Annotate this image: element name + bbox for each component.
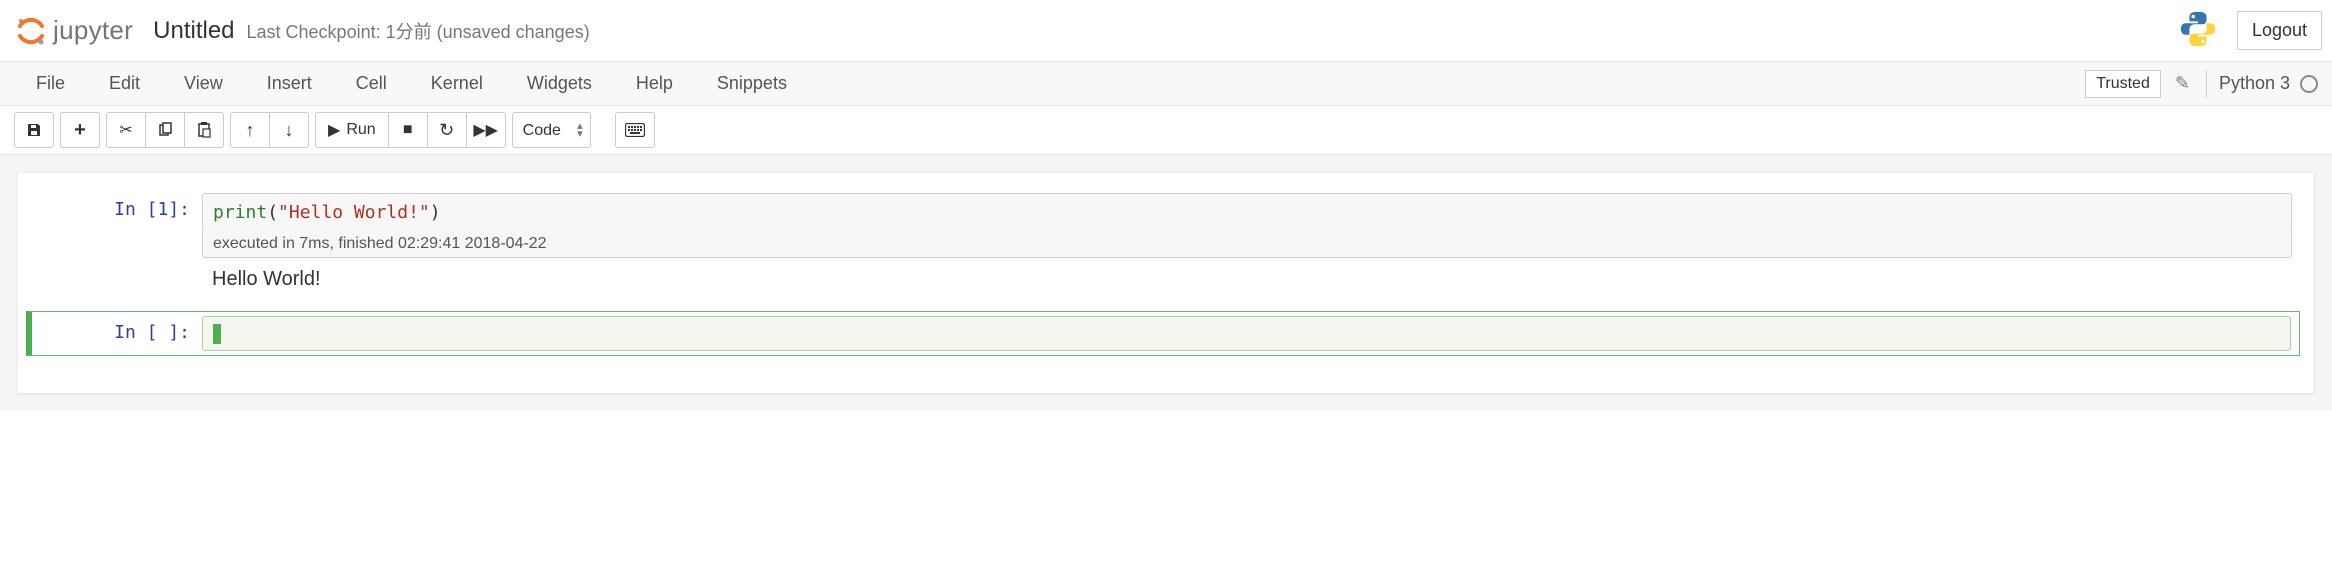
keyboard-icon (625, 123, 645, 137)
cell-selected[interactable]: In [ ]: (26, 311, 2300, 356)
menu-widgets[interactable]: Widgets (505, 63, 614, 104)
save-icon (26, 122, 42, 138)
checkpoint-status: Last Checkpoint: 1分前 (unsaved changes) (247, 18, 590, 44)
menu-file[interactable]: File (14, 63, 87, 104)
code-input[interactable]: print("Hello World!") (202, 193, 2292, 232)
jupyter-logo-icon (15, 15, 47, 47)
command-palette-button[interactable] (615, 112, 655, 148)
restart-run-all-button[interactable]: ▶▶ (466, 112, 506, 148)
header: jupyter Untitled Last Checkpoint: 1分前 (u… (0, 0, 2332, 62)
run-icon: ▶ (328, 120, 340, 140)
copy-button[interactable] (145, 112, 185, 148)
notebook: In [1]: print("Hello World!") executed i… (18, 173, 2314, 393)
arrow-up-icon: ↑ (246, 120, 255, 141)
kernel-idle-icon (2300, 75, 2318, 93)
menu-help[interactable]: Help (614, 63, 695, 104)
menu-snippets[interactable]: Snippets (695, 63, 809, 104)
logout-button[interactable]: Logout (2237, 11, 2322, 50)
stop-icon: ■ (403, 121, 413, 139)
celltype-select[interactable]: Code (512, 112, 591, 148)
plus-icon: + (74, 119, 86, 142)
cut-button[interactable]: ✂ (106, 112, 146, 148)
run-button[interactable]: ▶ Run (315, 112, 389, 148)
arrow-down-icon: ↓ (285, 120, 294, 141)
run-label: Run (346, 121, 375, 139)
menu-edit[interactable]: Edit (87, 63, 162, 104)
pencil-icon[interactable]: ✎ (2175, 73, 2190, 94)
kernel-indicator[interactable]: Python 3 (2219, 73, 2318, 94)
cell-body: print("Hello World!") executed in 7ms, f… (202, 193, 2300, 291)
cell-body (202, 316, 2299, 351)
kernel-name: Python 3 (2219, 73, 2290, 94)
cell[interactable]: In [1]: print("Hello World!") executed i… (32, 193, 2300, 291)
jupyter-logo-text: jupyter (53, 15, 133, 46)
paste-icon (196, 122, 212, 138)
code-input[interactable] (202, 316, 2291, 351)
menubar: File Edit View Insert Cell Kernel Widget… (0, 62, 2332, 106)
move-down-button[interactable]: ↓ (269, 112, 309, 148)
restart-button[interactable]: ↻ (427, 112, 467, 148)
input-prompt: In [1]: (32, 193, 202, 291)
move-up-button[interactable]: ↑ (230, 112, 270, 148)
menu-kernel[interactable]: Kernel (409, 63, 505, 104)
menu-insert[interactable]: Insert (245, 63, 334, 104)
menu-view[interactable]: View (162, 63, 245, 104)
toolbar: + ✂ ↑ ↓ ▶ Run ■ ↻ ▶▶ (0, 106, 2332, 155)
scissors-icon: ✂ (119, 120, 132, 140)
trusted-indicator[interactable]: Trusted (2085, 70, 2161, 98)
restart-icon: ↻ (439, 120, 454, 141)
menu-cell[interactable]: Cell (334, 63, 409, 104)
jupyter-logo[interactable]: jupyter (15, 15, 133, 47)
input-prompt: In [ ]: (32, 316, 202, 351)
python-logo-icon (2177, 8, 2219, 53)
insert-cell-button[interactable]: + (60, 112, 100, 148)
copy-icon (157, 122, 173, 138)
divider (2206, 71, 2207, 97)
notebook-name[interactable]: Untitled (153, 17, 234, 45)
interrupt-button[interactable]: ■ (388, 112, 428, 148)
execution-info: executed in 7ms, finished 02:29:41 2018-… (202, 231, 2292, 258)
save-button[interactable] (14, 112, 54, 148)
notebook-container: In [1]: print("Hello World!") executed i… (0, 155, 2332, 411)
cursor-icon (213, 324, 221, 344)
fast-forward-icon: ▶▶ (473, 120, 498, 140)
paste-button[interactable] (184, 112, 224, 148)
cell-output: Hello World! (202, 258, 2292, 291)
